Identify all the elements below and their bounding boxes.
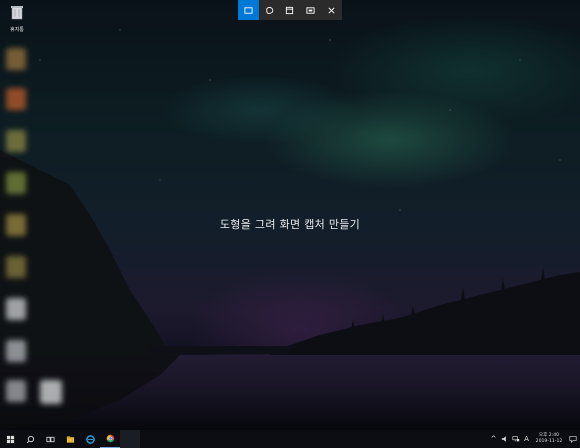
freeform-snip-icon <box>266 6 273 14</box>
recycle-bin-icon <box>11 6 23 20</box>
recycle-bin-label: 휴지통 <box>10 27 24 33</box>
freeform-snip-button[interactable] <box>259 0 280 20</box>
close-snip-button[interactable] <box>321 0 342 20</box>
action-center-button[interactable] <box>566 430 580 448</box>
system-tray: ^ A 오후 2:40 2019-11-12 <box>488 430 580 448</box>
fullscreen-snip-button[interactable] <box>300 0 321 20</box>
task-view-button[interactable] <box>40 430 60 448</box>
rectangle-snip-icon <box>244 6 253 14</box>
close-icon <box>328 6 335 14</box>
windows-start-icon <box>6 435 14 443</box>
search-icon <box>26 435 34 443</box>
clock[interactable]: 오후 2:40 2019-11-12 <box>532 433 566 445</box>
desktop-shortcut-10[interactable] <box>40 380 62 404</box>
network-button[interactable] <box>510 430 521 448</box>
fullscreen-snip-icon <box>306 6 315 14</box>
file-explorer-button[interactable] <box>60 430 80 448</box>
volume-icon <box>501 436 506 442</box>
snip-dim-overlay[interactable] <box>0 0 580 430</box>
edge-button[interactable] <box>80 430 100 448</box>
chrome-icon <box>106 434 114 443</box>
desktop-shortcut-3[interactable] <box>6 130 26 152</box>
taskbar: ^ A 오후 2:40 2019-11-12 <box>0 430 580 448</box>
snip-instruction-text: 도형을 그려 화면 캡처 만들기 <box>219 218 361 231</box>
window-snip-icon <box>286 6 294 14</box>
desktop-shortcut-6[interactable] <box>6 256 26 278</box>
edge-icon <box>85 434 95 444</box>
desktop-shortcut-8[interactable] <box>6 340 26 362</box>
chrome-button[interactable] <box>100 430 120 448</box>
file-explorer-icon <box>66 435 74 443</box>
start-button[interactable] <box>0 430 20 448</box>
recycle-bin-shortcut[interactable]: 휴지통 <box>4 4 30 33</box>
taskbar-app-highlight[interactable] <box>120 430 140 448</box>
snip-toolbar <box>238 0 342 20</box>
desktop-shortcut-9[interactable] <box>6 380 26 402</box>
clock-date: 2019-11-12 <box>535 439 563 444</box>
search-button[interactable] <box>20 430 40 448</box>
network-icon <box>511 436 519 442</box>
volume-button[interactable] <box>499 430 510 448</box>
window-snip-button[interactable] <box>280 0 301 20</box>
show-hidden-icons-button[interactable]: ^ <box>488 430 499 448</box>
desktop-shortcut-4[interactable] <box>6 172 26 194</box>
rectangle-snip-button[interactable] <box>238 0 259 20</box>
desktop-shortcut-2[interactable] <box>6 88 26 110</box>
notification-icon <box>569 436 577 443</box>
task-view-icon <box>45 436 55 442</box>
ime-indicator[interactable]: A <box>521 430 532 448</box>
desktop-shortcut-7[interactable] <box>6 298 26 320</box>
desktop-shortcut-1[interactable] <box>6 48 26 70</box>
